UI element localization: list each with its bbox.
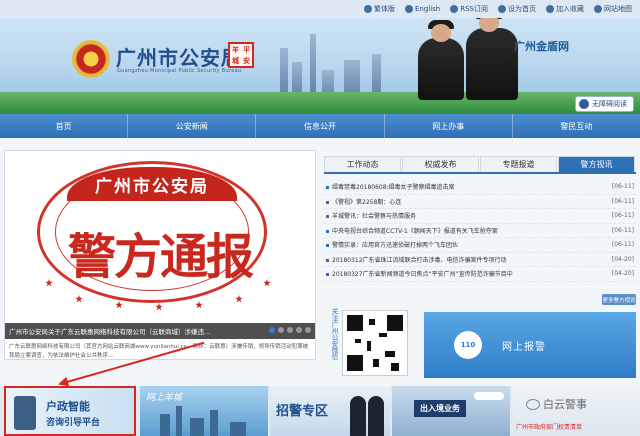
hero-description: 广东云联惠网络科技有限公司（其官方网站云联商城www.yunlianhui.cn… <box>9 344 309 359</box>
home-icon <box>498 5 506 13</box>
hero-headline: 警方通报 <box>67 229 254 285</box>
phone-icon <box>14 396 36 430</box>
rss-link[interactable]: RSS订阅 <box>450 4 488 14</box>
news-list: 缉毒禁毒20180608:缉毒女子警察缉毒追击案 [06-11] 《警视》第225… <box>324 180 636 282</box>
list-item[interactable]: 警情实录：应用官方迅速侦破打掉两个飞车团伙 [06-11] <box>324 238 636 253</box>
header-banner: 广州市公安局 Guangzhou Municipal Public Securi… <box>0 18 640 114</box>
star-icon <box>546 5 554 13</box>
bottom-banner-strip: 户政智能 咨询引导平台 网上羊城 招警专区 出入境业务 白云警事 广州市政府部门… <box>0 386 640 436</box>
police-officer-figure <box>350 396 366 436</box>
language-icon <box>404 5 413 13</box>
online-city-banner[interactable]: 网上羊城 <box>140 386 268 436</box>
slider-dot[interactable] <box>296 327 302 333</box>
list-item[interactable]: 20180327广东省新闻频道今日焦点“平安广州”宣传防范诈骗节目中 [04-20… <box>324 267 636 282</box>
wheelchair-icon <box>579 99 589 109</box>
nav-online-services[interactable]: 网上办事 <box>385 114 513 138</box>
online-report-label: 网上报警 <box>502 341 546 353</box>
hero-image[interactable]: 广州市公安局 警方通报 <box>5 151 315 323</box>
police-officer-figure <box>368 396 384 436</box>
tab-work-news[interactable]: 工作动态 <box>324 156 401 172</box>
slider-dots <box>269 327 311 333</box>
green-hills <box>0 92 640 114</box>
household-policy-banner[interactable]: 户政智能 咨询引导平台 <box>4 386 136 436</box>
list-item[interactable]: 中央电视台综合频道CCTV-1《朝闻天下》报道有关飞车抢夺案 [06-11] <box>324 224 636 238</box>
list-item[interactable]: 缉毒禁毒20180608:缉毒女子警察缉毒追击案 [06-11] <box>324 180 636 195</box>
hero-slider: 广州市公安局 警方通报 广州市公安局关于广东云联惠网络科技有限公司（云联商城）涉… <box>4 150 316 360</box>
online-report-button[interactable]: 110 网上报警 <box>424 312 636 378</box>
golden-shield-label: 广州金盾网 <box>514 40 569 53</box>
wechat-icon <box>526 398 540 410</box>
follow-wechat-label: 关注广州公安微信 <box>330 308 338 360</box>
top-utility-bar: 繁体版 English RSS订阅 设为首页 加入收藏 网站地图 <box>0 0 640 18</box>
slider-dot[interactable] <box>287 327 293 333</box>
star-icon <box>235 295 243 303</box>
star-icon <box>75 295 83 303</box>
police-officer-figure <box>466 18 518 100</box>
star-icon <box>155 303 163 311</box>
page-root: 繁体版 English RSS订阅 设为首页 加入收藏 网站地图 广州市公安局 … <box>0 0 640 436</box>
nav-info-disclosure[interactable]: 信息公开 <box>256 114 385 138</box>
sitemap-icon <box>594 5 602 13</box>
news-tabs: 工作动态 权威发布 专题报道 警方视讯 <box>324 156 636 174</box>
list-item[interactable]: 20180312广东省珠江流域联合打击涉毒、电信诈骗案件专项行动 [04-20] <box>324 253 636 267</box>
star-icon <box>115 301 123 309</box>
canton-tower <box>310 34 316 100</box>
slider-dot[interactable] <box>278 327 284 333</box>
tab-special-report[interactable]: 专题报道 <box>480 156 557 172</box>
list-item[interactable]: 羊城警讯：社会警察与热情服务 [06-11] <box>324 209 636 224</box>
police-110-icon: 110 <box>454 331 482 359</box>
responsibility-list-banner[interactable]: 白云警事 广州市政府部门权责清单 <box>512 386 640 436</box>
accessible-reading-button[interactable]: 无障碍阅读 <box>575 96 634 112</box>
tab-official-release[interactable]: 权威发布 <box>402 156 479 172</box>
qr-code <box>342 310 408 376</box>
watermark: 白云警事 <box>526 396 587 412</box>
main-nav: 首页 公安新闻 信息公开 网上办事 警民互动 <box>0 114 640 138</box>
site-title[interactable]: 广州市公安局 <box>116 42 242 71</box>
plane-icon <box>474 392 504 400</box>
list-item[interactable]: 《警视》第2258期：心连 [06-11] <box>324 195 636 209</box>
police-officer-figure <box>418 20 464 100</box>
nav-interaction[interactable]: 警民互动 <box>513 114 640 138</box>
slider-dot[interactable] <box>305 327 311 333</box>
english-link[interactable]: English <box>404 5 440 13</box>
star-icon <box>195 301 203 309</box>
sitemap-link[interactable]: 网站地图 <box>594 4 632 14</box>
rss-icon <box>450 5 459 13</box>
ping-an-seal: 羊 平 城 安 <box>228 42 254 68</box>
entry-exit-banner[interactable]: 出入境业务 <box>392 386 510 436</box>
recruitment-banner[interactable]: 招警专区 <box>270 386 390 436</box>
add-favorite-link[interactable]: 加入收藏 <box>546 4 584 14</box>
slider-dot[interactable] <box>269 327 275 333</box>
traditional-link[interactable]: 繁体版 <box>363 4 395 14</box>
globe-icon <box>363 5 372 13</box>
police-emblem-icon <box>72 40 110 78</box>
site-subtitle: Guangzhou Municipal Public Security Bure… <box>117 68 242 74</box>
nav-police-news[interactable]: 公安新闻 <box>128 114 257 138</box>
more-video-button[interactable]: 更多警方视讯 <box>602 294 636 305</box>
nav-home[interactable]: 首页 <box>0 114 129 138</box>
set-homepage-link[interactable]: 设为首页 <box>498 4 536 14</box>
tab-police-video[interactable]: 警方视讯 <box>558 156 635 172</box>
